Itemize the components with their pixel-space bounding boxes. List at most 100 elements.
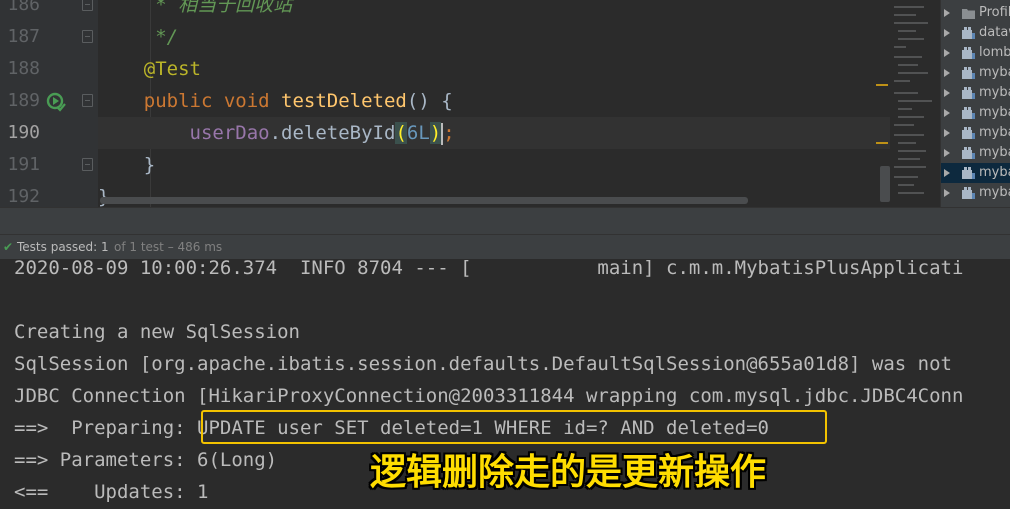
minimap-line bbox=[894, 124, 914, 126]
run-test-icon[interactable] bbox=[46, 92, 66, 112]
warning-marker[interactable] bbox=[876, 84, 888, 86]
gutter-line[interactable]: 187 bbox=[0, 21, 98, 53]
code-token: 6L bbox=[406, 122, 430, 144]
minimap-line bbox=[894, 46, 906, 48]
minimap-line bbox=[898, 100, 932, 102]
minimap-line bbox=[894, 56, 922, 58]
line-number: 187 bbox=[7, 26, 40, 47]
minimap-line bbox=[898, 30, 916, 32]
code-token: @Test bbox=[143, 58, 201, 80]
code-token: * bbox=[98, 0, 179, 16]
check-icon: ✔ bbox=[3, 240, 14, 254]
structure-item[interactable]: dataw bbox=[941, 23, 1010, 43]
warning-marker[interactable] bbox=[876, 142, 888, 144]
gutter-line[interactable]: 191 bbox=[0, 149, 98, 181]
structure-item[interactable]: myba bbox=[941, 163, 1010, 183]
structure-item[interactable]: myba bbox=[941, 123, 1010, 143]
code-minimap[interactable] bbox=[890, 0, 940, 207]
line-number: 191 bbox=[7, 154, 40, 175]
minimap-line bbox=[894, 80, 910, 82]
code-token: ; bbox=[443, 122, 455, 144]
code-editor[interactable]: 186 187 188 189 190 191 192 * 相当于回收站 */ @Test … bbox=[0, 0, 1010, 207]
gutter-line[interactable]: 189 bbox=[0, 85, 98, 117]
code-line[interactable]: public void testDeleted() { bbox=[98, 85, 890, 117]
vertical-scrollbar[interactable] bbox=[880, 166, 890, 202]
expand-arrow-icon[interactable] bbox=[944, 69, 950, 77]
code-token: ) bbox=[429, 122, 442, 144]
expand-arrow-icon[interactable] bbox=[944, 49, 950, 57]
maven-module-icon bbox=[962, 147, 975, 159]
code-token: userDao bbox=[189, 122, 270, 144]
code-token: 相当于回收站 bbox=[178, 0, 293, 16]
code-line[interactable]: } bbox=[98, 149, 890, 181]
test-status-bar: ✔ Tests passed: 1 of 1 test – 486 ms bbox=[0, 234, 1010, 259]
code-line[interactable]: * 相当于回收站 bbox=[98, 0, 890, 21]
expand-arrow-icon[interactable] bbox=[944, 9, 950, 17]
structure-item[interactable]: myba bbox=[941, 183, 1010, 203]
console-line: Creating a new SqlSession bbox=[14, 321, 300, 343]
code-line[interactable]: @Test bbox=[98, 53, 890, 85]
structure-item[interactable]: Profil bbox=[941, 3, 1010, 23]
structure-item-label: myba bbox=[979, 165, 1010, 180]
console-line: <== Updates: 1 bbox=[14, 481, 209, 503]
maven-module-icon bbox=[962, 47, 975, 59]
code-token: .deleteById bbox=[269, 122, 396, 144]
structure-item-label: myba bbox=[979, 105, 1010, 120]
fold-icon[interactable] bbox=[82, 158, 93, 171]
code-token: void bbox=[223, 90, 282, 112]
code-token: testDeleted bbox=[281, 90, 407, 112]
minimap-line bbox=[894, 176, 918, 178]
fold-icon[interactable] bbox=[82, 0, 93, 11]
overlay-caption: 逻辑删除走的是更新操作 bbox=[370, 452, 767, 493]
structure-item-label: lomb bbox=[979, 45, 1010, 60]
structure-item-label: dataw bbox=[979, 25, 1010, 40]
line-number: 188 bbox=[7, 58, 40, 79]
expand-arrow-icon[interactable] bbox=[944, 189, 950, 197]
minimap-line bbox=[894, 6, 924, 8]
maven-module-icon bbox=[962, 107, 975, 119]
panel-separator[interactable] bbox=[0, 207, 1010, 234]
gutter-line[interactable]: 186 bbox=[0, 0, 98, 21]
minimap-line bbox=[898, 192, 924, 194]
fold-icon[interactable] bbox=[82, 30, 93, 43]
expand-arrow-icon[interactable] bbox=[944, 169, 950, 177]
gutter-line[interactable]: 188 bbox=[0, 53, 98, 85]
structure-item[interactable]: myba bbox=[941, 103, 1010, 123]
expand-arrow-icon[interactable] bbox=[944, 129, 950, 137]
minimap-line bbox=[898, 72, 928, 74]
structure-item[interactable]: lomb bbox=[941, 43, 1010, 63]
gutter-line[interactable]: 190 bbox=[0, 117, 98, 149]
structure-item-label: myba bbox=[979, 85, 1010, 100]
fold-icon[interactable] bbox=[82, 94, 93, 107]
structure-item[interactable]: myba bbox=[941, 63, 1010, 83]
horizontal-scrollbar[interactable] bbox=[100, 197, 748, 204]
console-output[interactable]: 2020-08-09 10:00:26.374 INFO 8704 --- [ … bbox=[0, 259, 1010, 509]
line-number: 192 bbox=[7, 186, 40, 207]
maven-module-icon bbox=[962, 67, 975, 79]
code-token: () { bbox=[406, 90, 453, 112]
minimap-line bbox=[894, 22, 928, 24]
code-token: ( bbox=[395, 122, 407, 144]
structure-item[interactable]: myba bbox=[941, 143, 1010, 163]
expand-arrow-icon[interactable] bbox=[944, 149, 950, 157]
structure-item[interactable]: myba bbox=[941, 83, 1010, 103]
console-line: 2020-08-09 10:00:26.374 INFO 8704 --- [ … bbox=[14, 259, 964, 279]
expand-arrow-icon[interactable] bbox=[944, 109, 950, 117]
minimap-line bbox=[894, 166, 926, 168]
console-line: ==> Parameters: 6(Long) bbox=[14, 449, 278, 471]
gutter-line[interactable]: 192 bbox=[0, 181, 98, 207]
code-line[interactable]: */ bbox=[98, 21, 890, 53]
maven-module-icon bbox=[962, 127, 975, 139]
code-token: */ bbox=[98, 26, 179, 48]
editor-gutter: 186 187 188 189 190 191 192 bbox=[0, 0, 98, 207]
minimap-line bbox=[898, 150, 926, 152]
tests-total-label: of 1 test – 486 ms bbox=[114, 240, 223, 254]
minimap-line bbox=[894, 14, 916, 16]
expand-arrow-icon[interactable] bbox=[944, 29, 950, 37]
expand-arrow-icon[interactable] bbox=[944, 89, 950, 97]
structure-item-label: myba bbox=[979, 185, 1010, 200]
code-area[interactable]: * 相当于回收站 */ @Test public void testDelete… bbox=[98, 0, 890, 207]
code-line[interactable]: userDao.deleteById(6L); bbox=[98, 117, 890, 149]
